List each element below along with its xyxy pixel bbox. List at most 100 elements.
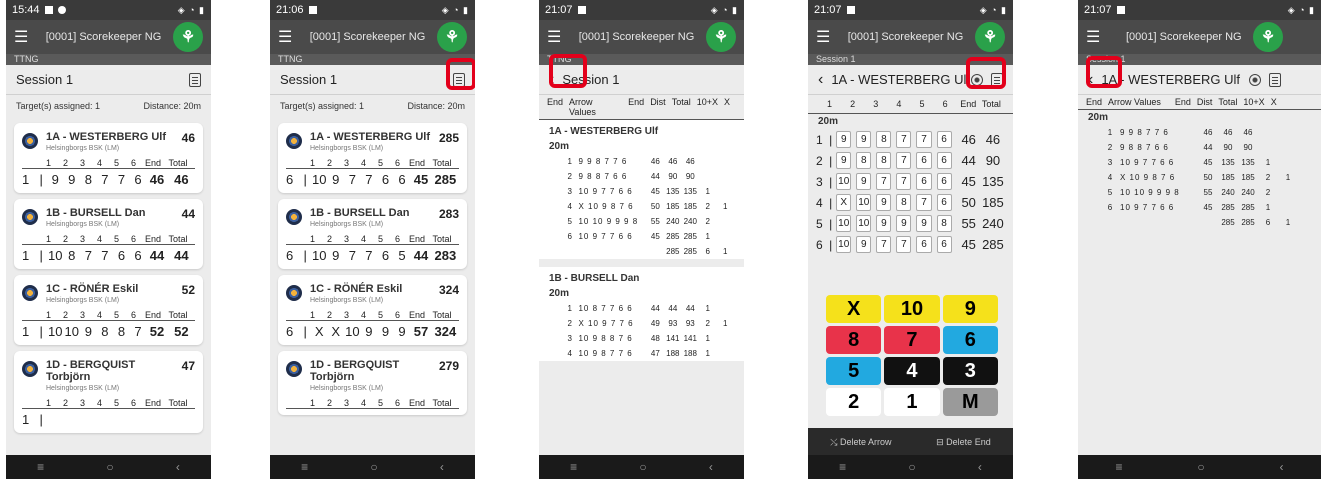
arrow-index: 1 [309, 234, 315, 244]
arrow-cell[interactable]: 8 [936, 215, 952, 232]
arrow-cell[interactable]: 10 [856, 194, 872, 211]
arrow-cell[interactable]: 9 [836, 131, 852, 148]
archer-card[interactable]: 1A - WESTERBERG Ulf Helsingborgs BSK (LM)… [278, 123, 467, 193]
home-icon[interactable]: ○ [1197, 460, 1204, 474]
home-icon[interactable]: ○ [639, 460, 646, 474]
score-key-10[interactable]: 10 [884, 295, 940, 323]
arrow-cell[interactable]: 9 [856, 131, 872, 148]
score-key-x[interactable]: X [826, 295, 882, 323]
arrow-cell[interactable]: 6 [936, 131, 952, 148]
delete-end-button[interactable]: ⊟ Delete End [936, 437, 991, 448]
hamburger-icon[interactable]: ☰ [1086, 27, 1106, 47]
back-icon[interactable]: ‹ [1280, 460, 1284, 474]
score-key-m[interactable]: M [942, 388, 998, 416]
recent-apps-icon[interactable]: ≡ [839, 460, 846, 474]
recent-apps-icon[interactable]: ≡ [301, 460, 308, 474]
arrow-cell[interactable]: 6 [936, 236, 952, 253]
archer-card[interactable]: 1B - BURSELL Dan Helsingborgs BSK (LM) 283… [278, 199, 467, 269]
tree-logo-icon[interactable]: ⚘ [1253, 22, 1283, 52]
home-icon[interactable]: ○ [370, 460, 377, 474]
arrow-cell[interactable]: 8 [876, 152, 892, 169]
arrow-cell[interactable]: 6 [916, 152, 932, 169]
home-icon[interactable]: ○ [908, 460, 915, 474]
back-icon[interactable]: ‹ [176, 460, 180, 474]
arrow-cell[interactable]: 7 [896, 173, 912, 190]
end-tab[interactable]: End [957, 99, 980, 109]
score-key-1[interactable]: 1 [884, 388, 940, 416]
arrow-cell[interactable]: 6 [936, 173, 952, 190]
arrow-cell[interactable]: 10 [856, 215, 872, 232]
arrow-cell[interactable]: 9 [916, 215, 932, 232]
end-tab[interactable]: 1 [818, 99, 841, 109]
tree-logo-icon[interactable]: ⚘ [975, 22, 1005, 52]
recent-apps-icon[interactable]: ≡ [1115, 460, 1122, 474]
hamburger-icon[interactable]: ☰ [816, 27, 836, 47]
arrow-cell[interactable]: 7 [876, 173, 892, 190]
hamburger-icon[interactable]: ☰ [278, 27, 298, 47]
arrow-cell[interactable]: 9 [876, 194, 892, 211]
arrow-cell[interactable]: 6 [936, 152, 952, 169]
hamburger-icon[interactable]: ☰ [14, 27, 34, 47]
scoresheet-clipboard-icon[interactable] [189, 72, 201, 87]
scoresheet-clipboard-icon[interactable] [1269, 72, 1281, 87]
arrow-cell[interactable]: 8 [856, 152, 872, 169]
arrow-cell[interactable]: 7 [876, 236, 892, 253]
arrow-cell[interactable]: 9 [856, 173, 872, 190]
arrow-cell[interactable]: 9 [876, 215, 892, 232]
end-tab[interactable]: 5 [911, 99, 934, 109]
arrow-cell[interactable]: 7 [916, 131, 932, 148]
col-ten-x: 10+X [696, 97, 718, 107]
tree-logo-icon[interactable]: ⚘ [706, 22, 736, 52]
end-score: 45 [961, 174, 976, 189]
back-icon[interactable]: ‹ [978, 460, 982, 474]
arrow-cell[interactable]: 7 [896, 236, 912, 253]
score-key-4[interactable]: 4 [884, 357, 940, 385]
recent-apps-icon[interactable]: ≡ [570, 460, 577, 474]
hamburger-icon[interactable]: ☰ [547, 27, 567, 47]
arrow-cell[interactable]: 6 [916, 173, 932, 190]
end-tab[interactable]: 4 [887, 99, 910, 109]
score-key-9[interactable]: 9 [942, 295, 998, 323]
back-icon[interactable]: ‹ [709, 460, 713, 474]
arrow-cell[interactable]: 9 [836, 152, 852, 169]
cell-end: 45 [1203, 203, 1213, 212]
arrow-cell[interactable]: 7 [916, 194, 932, 211]
delete-arrow-button[interactable]: ⤯ Delete Arrow [830, 437, 891, 448]
score-key-3[interactable]: 3 [942, 357, 998, 385]
tree-logo-icon[interactable]: ⚘ [173, 22, 203, 52]
end-tab[interactable]: 3 [864, 99, 887, 109]
arrow-cell[interactable]: 8 [876, 131, 892, 148]
arrow-cell[interactable]: 10 [836, 215, 852, 232]
recent-apps-icon[interactable]: ≡ [37, 460, 44, 474]
arrow-cell[interactable]: 8 [896, 194, 912, 211]
score-key-5[interactable]: 5 [826, 357, 882, 385]
home-icon[interactable]: ○ [106, 460, 113, 474]
archer-card[interactable]: 1A - WESTERBERG Ulf Helsingborgs BSK (LM)… [14, 123, 203, 193]
back-icon[interactable]: ‹ [440, 460, 444, 474]
arrow-cell[interactable]: 7 [896, 152, 912, 169]
arrow-cell[interactable]: 6 [936, 194, 952, 211]
target-icon[interactable] [1249, 73, 1261, 86]
arrow-cell[interactable]: 10 [836, 173, 852, 190]
archer-card[interactable]: 1D - BERGQUIST Torbjörn Helsingborgs BSK … [14, 351, 203, 433]
end-tab[interactable]: 2 [841, 99, 864, 109]
archer-card[interactable]: 1C - RÖNÉR Eskil Helsingborgs BSK (LM) 52 1… [14, 275, 203, 345]
score-key-7[interactable]: 7 [884, 326, 940, 354]
arrow-cell[interactable]: 9 [856, 236, 872, 253]
end-tab[interactable]: 6 [934, 99, 957, 109]
arrow-cell[interactable]: 10 [836, 236, 852, 253]
end-entry-row: 4 | X 10 9 8 7 6 50 185 [808, 192, 1013, 213]
score-key-2[interactable]: 2 [826, 388, 882, 416]
arrow-cell[interactable]: 9 [896, 215, 912, 232]
archer-card[interactable]: 1D - BERGQUIST Torbjörn Helsingborgs BSK … [278, 351, 467, 415]
arrow-cell[interactable]: 7 [896, 131, 912, 148]
tree-logo-icon[interactable]: ⚘ [437, 22, 467, 52]
end-tab[interactable]: Total [980, 99, 1003, 109]
archer-card[interactable]: 1C - RÖNÉR Eskil Helsingborgs BSK (LM) 324… [278, 275, 467, 345]
back-chevron-icon[interactable]: ‹ [818, 71, 823, 89]
score-key-6[interactable]: 6 [942, 326, 998, 354]
arrow-cell[interactable]: X [836, 194, 852, 211]
score-key-8[interactable]: 8 [826, 326, 882, 354]
arrow-cell[interactable]: 6 [916, 236, 932, 253]
archer-card[interactable]: 1B - BURSELL Dan Helsingborgs BSK (LM) 44 1… [14, 199, 203, 269]
